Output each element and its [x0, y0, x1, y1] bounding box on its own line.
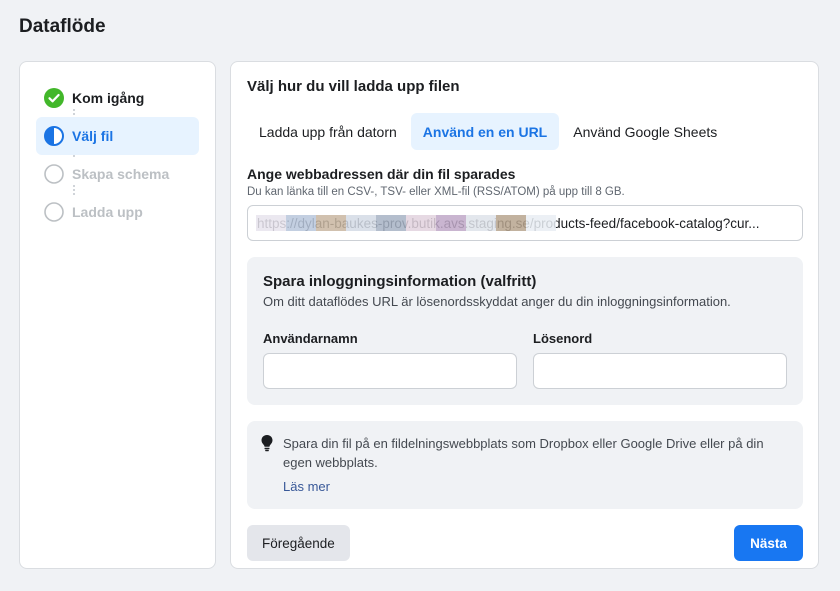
upload-method-tabs: Ladda upp från datorn Använd en en URL A…	[247, 113, 729, 150]
step-ladda-upp[interactable]: Ladda upp	[36, 193, 199, 231]
username-label: Användarnamn	[263, 331, 358, 346]
credentials-panel: Spara inloggningsinformation (valfritt) …	[247, 257, 803, 405]
empty-circle-icon	[44, 202, 64, 222]
step-kom-igang[interactable]: Kom igång	[36, 79, 199, 117]
step-label: Skapa schema	[72, 166, 170, 182]
tip-text: Spara din fil på en fildelningswebbplats…	[283, 436, 764, 470]
half-circle-icon	[44, 126, 64, 146]
empty-circle-icon	[44, 164, 64, 184]
previous-button[interactable]: Föregående	[247, 525, 350, 561]
tab-use-url[interactable]: Använd en en URL	[410, 113, 560, 150]
url-field-label: Ange webbadressen där din fil sparades	[247, 166, 516, 182]
upload-method-card: Välj hur du vill ladda upp filen Ladda u…	[230, 61, 819, 569]
url-field-help: Du kan länka till en CSV-, TSV- eller XM…	[247, 186, 625, 198]
step-label: Välj fil	[72, 128, 114, 144]
page-title: Dataflöde	[19, 16, 106, 37]
credentials-title: Spara inloggningsinformation (valfritt)	[263, 273, 537, 290]
next-button[interactable]: Nästa	[734, 525, 803, 561]
tip-panel: Spara din fil på en fildelningswebbplats…	[247, 421, 803, 509]
tab-google-sheets[interactable]: Använd Google Sheets	[561, 113, 729, 150]
password-label: Lösenord	[533, 331, 593, 346]
feed-url-input[interactable]	[247, 205, 803, 241]
tab-upload-from-computer[interactable]: Ladda upp från datorn	[247, 113, 409, 150]
credentials-description: Om ditt dataflödes URL är lösenordsskydd…	[263, 294, 731, 309]
step-label: Kom igång	[72, 90, 145, 106]
step-valj-fil[interactable]: Välj fil	[36, 117, 199, 155]
step-navigator: Kom igång Välj fil Skapa schema Ladda up…	[19, 61, 216, 569]
step-skapa-schema[interactable]: Skapa schema	[36, 155, 199, 193]
step-label: Ladda upp	[72, 204, 143, 220]
check-circle-icon	[44, 88, 64, 108]
section-title: Välj hur du vill ladda upp filen	[247, 78, 460, 95]
read-more-link[interactable]: Läs mer	[283, 479, 330, 494]
password-input[interactable]	[533, 353, 787, 389]
username-input[interactable]	[263, 353, 517, 389]
lightbulb-icon	[260, 434, 274, 452]
